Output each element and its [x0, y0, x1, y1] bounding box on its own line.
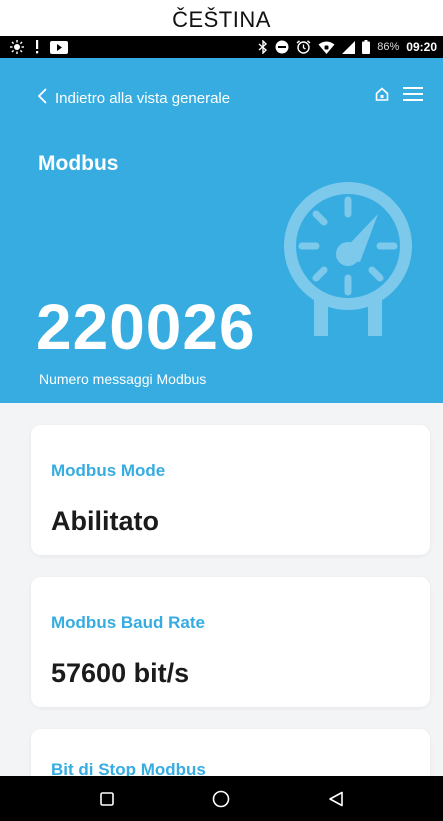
- modbus-baud-rate-card[interactable]: Modbus Baud Rate 57600 bit/s: [31, 577, 430, 707]
- page-title: Modbus: [38, 152, 119, 175]
- card-value: Abilitato: [51, 506, 159, 536]
- home-icon[interactable]: [375, 87, 389, 106]
- triangle-back-icon[interactable]: [316, 779, 356, 819]
- media-icon: [50, 40, 68, 54]
- gauge-icon: [278, 176, 418, 341]
- battery-percent: 86%: [377, 41, 400, 53]
- system-navigation-bar: [0, 776, 443, 821]
- modbus-stop-bit-card[interactable]: Bit di Stop Modbus: [31, 729, 430, 776]
- card-label: Bit di Stop Modbus: [51, 760, 206, 776]
- card-value: 57600 bit/s: [51, 658, 190, 688]
- alarm-icon: [296, 40, 311, 54]
- menu-icon[interactable]: [403, 86, 423, 107]
- card-label: Modbus Mode: [51, 461, 166, 480]
- bluetooth-icon: [258, 40, 268, 54]
- circle-icon[interactable]: [201, 779, 241, 819]
- do-not-disturb-icon: [275, 40, 289, 54]
- wifi-icon: [318, 41, 335, 54]
- battery-icon: [362, 40, 371, 54]
- status-time: 09:20: [406, 40, 437, 54]
- back-link-label: Indietro alla vista generale: [55, 89, 231, 107]
- signal-icon: [342, 40, 356, 54]
- chevron-left-icon: [37, 88, 47, 108]
- square-icon[interactable]: [87, 779, 127, 819]
- card-label: Modbus Baud Rate: [51, 613, 205, 632]
- header-panel: Indietro alla vista generale Modbus 2200…: [0, 58, 443, 403]
- settings-list: Modbus Mode Abilitato Modbus Baud Rate 5…: [0, 403, 443, 776]
- alert-icon: [34, 40, 40, 54]
- back-link[interactable]: Indietro alla vista generale: [37, 88, 231, 108]
- modbus-mode-card[interactable]: Modbus Mode Abilitato: [31, 425, 430, 555]
- message-counter: 220026: [36, 291, 256, 363]
- message-counter-label: Numero messaggi Modbus: [39, 371, 207, 387]
- brightness-icon: [10, 40, 24, 54]
- status-bar: 86% 09:20: [0, 36, 443, 58]
- language-caption: ČEŠTINA: [0, 0, 443, 36]
